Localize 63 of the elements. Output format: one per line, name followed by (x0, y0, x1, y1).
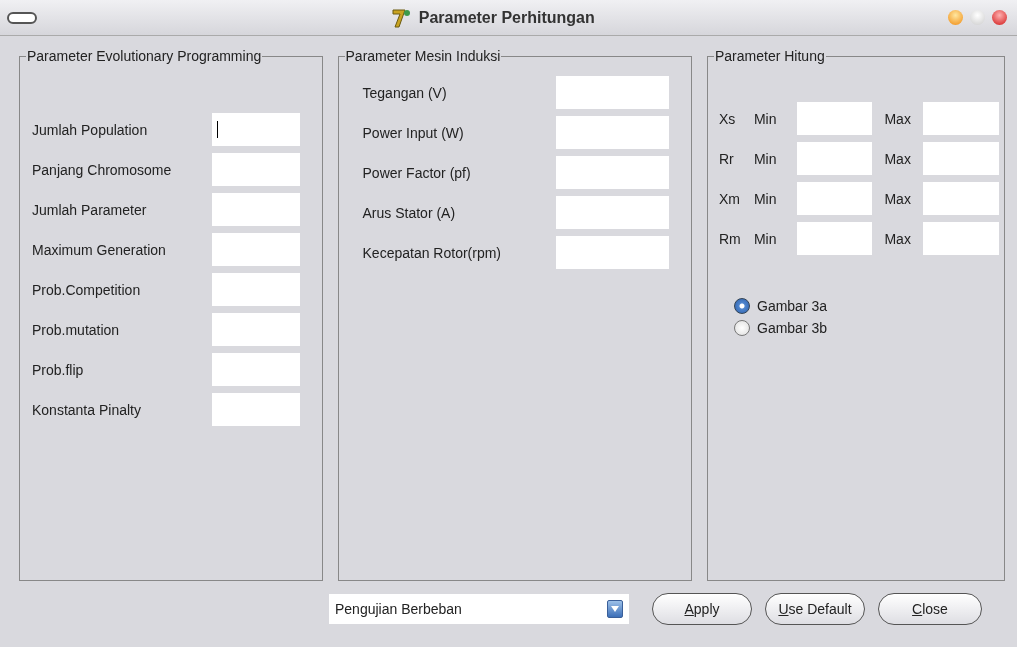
field-label: Konstanta Pinalty (32, 400, 141, 419)
input-field[interactable] (211, 313, 300, 346)
radio-label: Gambar 3b (757, 318, 828, 337)
max-field[interactable] (923, 222, 999, 255)
min-label: Min (753, 109, 778, 128)
min-field[interactable] (796, 142, 873, 175)
max-label: Max (883, 109, 912, 128)
field-label: Power Input (W) (362, 123, 464, 142)
field-label: Prob.flip (32, 360, 84, 379)
max-label: Max (883, 149, 912, 168)
close-button[interactable] (991, 10, 1007, 25)
max-label: Max (883, 189, 912, 208)
field-label: Jumlah Parameter (32, 200, 147, 219)
max-field[interactable] (923, 142, 999, 175)
dialog-button[interactable]: Close (878, 593, 982, 625)
input-field[interactable] (211, 393, 300, 426)
max-field[interactable] (923, 102, 999, 135)
input-field[interactable] (211, 193, 300, 226)
input-field[interactable] (211, 233, 300, 266)
dropdown[interactable]: Pengujian Berbeban (329, 594, 629, 624)
dialog-button[interactable]: Use Default (765, 593, 865, 625)
field-label: Kecepatan Rotor(rpm) (362, 243, 502, 262)
field-label: Panjang Chromosome (32, 160, 172, 179)
min-label: Min (753, 229, 778, 248)
input-field[interactable] (556, 236, 669, 269)
group-title: Parameter Evolutionary Programming (26, 48, 263, 64)
window-title: Parameter Perhitungan (418, 7, 595, 28)
max-field[interactable] (923, 182, 999, 215)
group-title: Parameter Hitung (714, 48, 826, 64)
app-icon (389, 6, 412, 29)
field-label: Prob.mutation (32, 320, 120, 339)
input-field[interactable] (211, 353, 300, 386)
radio-button[interactable] (734, 319, 750, 336)
group-title: Parameter Mesin Induksi (344, 48, 502, 64)
input-field[interactable] (211, 273, 300, 306)
input-field[interactable] (556, 156, 669, 189)
field-label: Power Factor (pf) (362, 163, 471, 182)
parameter-label: Xs (719, 109, 737, 128)
field-label: Maximum Generation (32, 240, 166, 259)
min-field[interactable] (796, 182, 873, 215)
input-field[interactable] (211, 153, 300, 186)
window-menu-icon[interactable] (7, 11, 37, 24)
field-label: Tegangan (V) (362, 83, 447, 102)
maximize-button[interactable] (969, 10, 985, 25)
input-field[interactable] (556, 196, 669, 229)
min-field[interactable] (796, 222, 873, 255)
parameter-label: Rr (719, 149, 735, 168)
input-field[interactable] (556, 76, 669, 109)
input-field[interactable] (211, 113, 300, 146)
min-label: Min (753, 189, 778, 208)
min-label: Min (753, 149, 778, 168)
input-field[interactable] (556, 116, 669, 149)
field-label: Jumlah Population (32, 120, 148, 139)
parameter-label: Rm (719, 229, 742, 248)
radio-button[interactable] (734, 298, 750, 314)
minimize-button[interactable] (947, 10, 963, 25)
min-field[interactable] (796, 102, 873, 135)
radio-label: Gambar 3a (757, 297, 828, 315)
max-label: Max (883, 229, 912, 248)
field-label: Prob.Competition (32, 280, 141, 299)
dialog-button[interactable]: Apply (652, 593, 752, 625)
parameter-label: Xm (719, 189, 741, 208)
field-label: Arus Stator (A) (362, 203, 456, 222)
